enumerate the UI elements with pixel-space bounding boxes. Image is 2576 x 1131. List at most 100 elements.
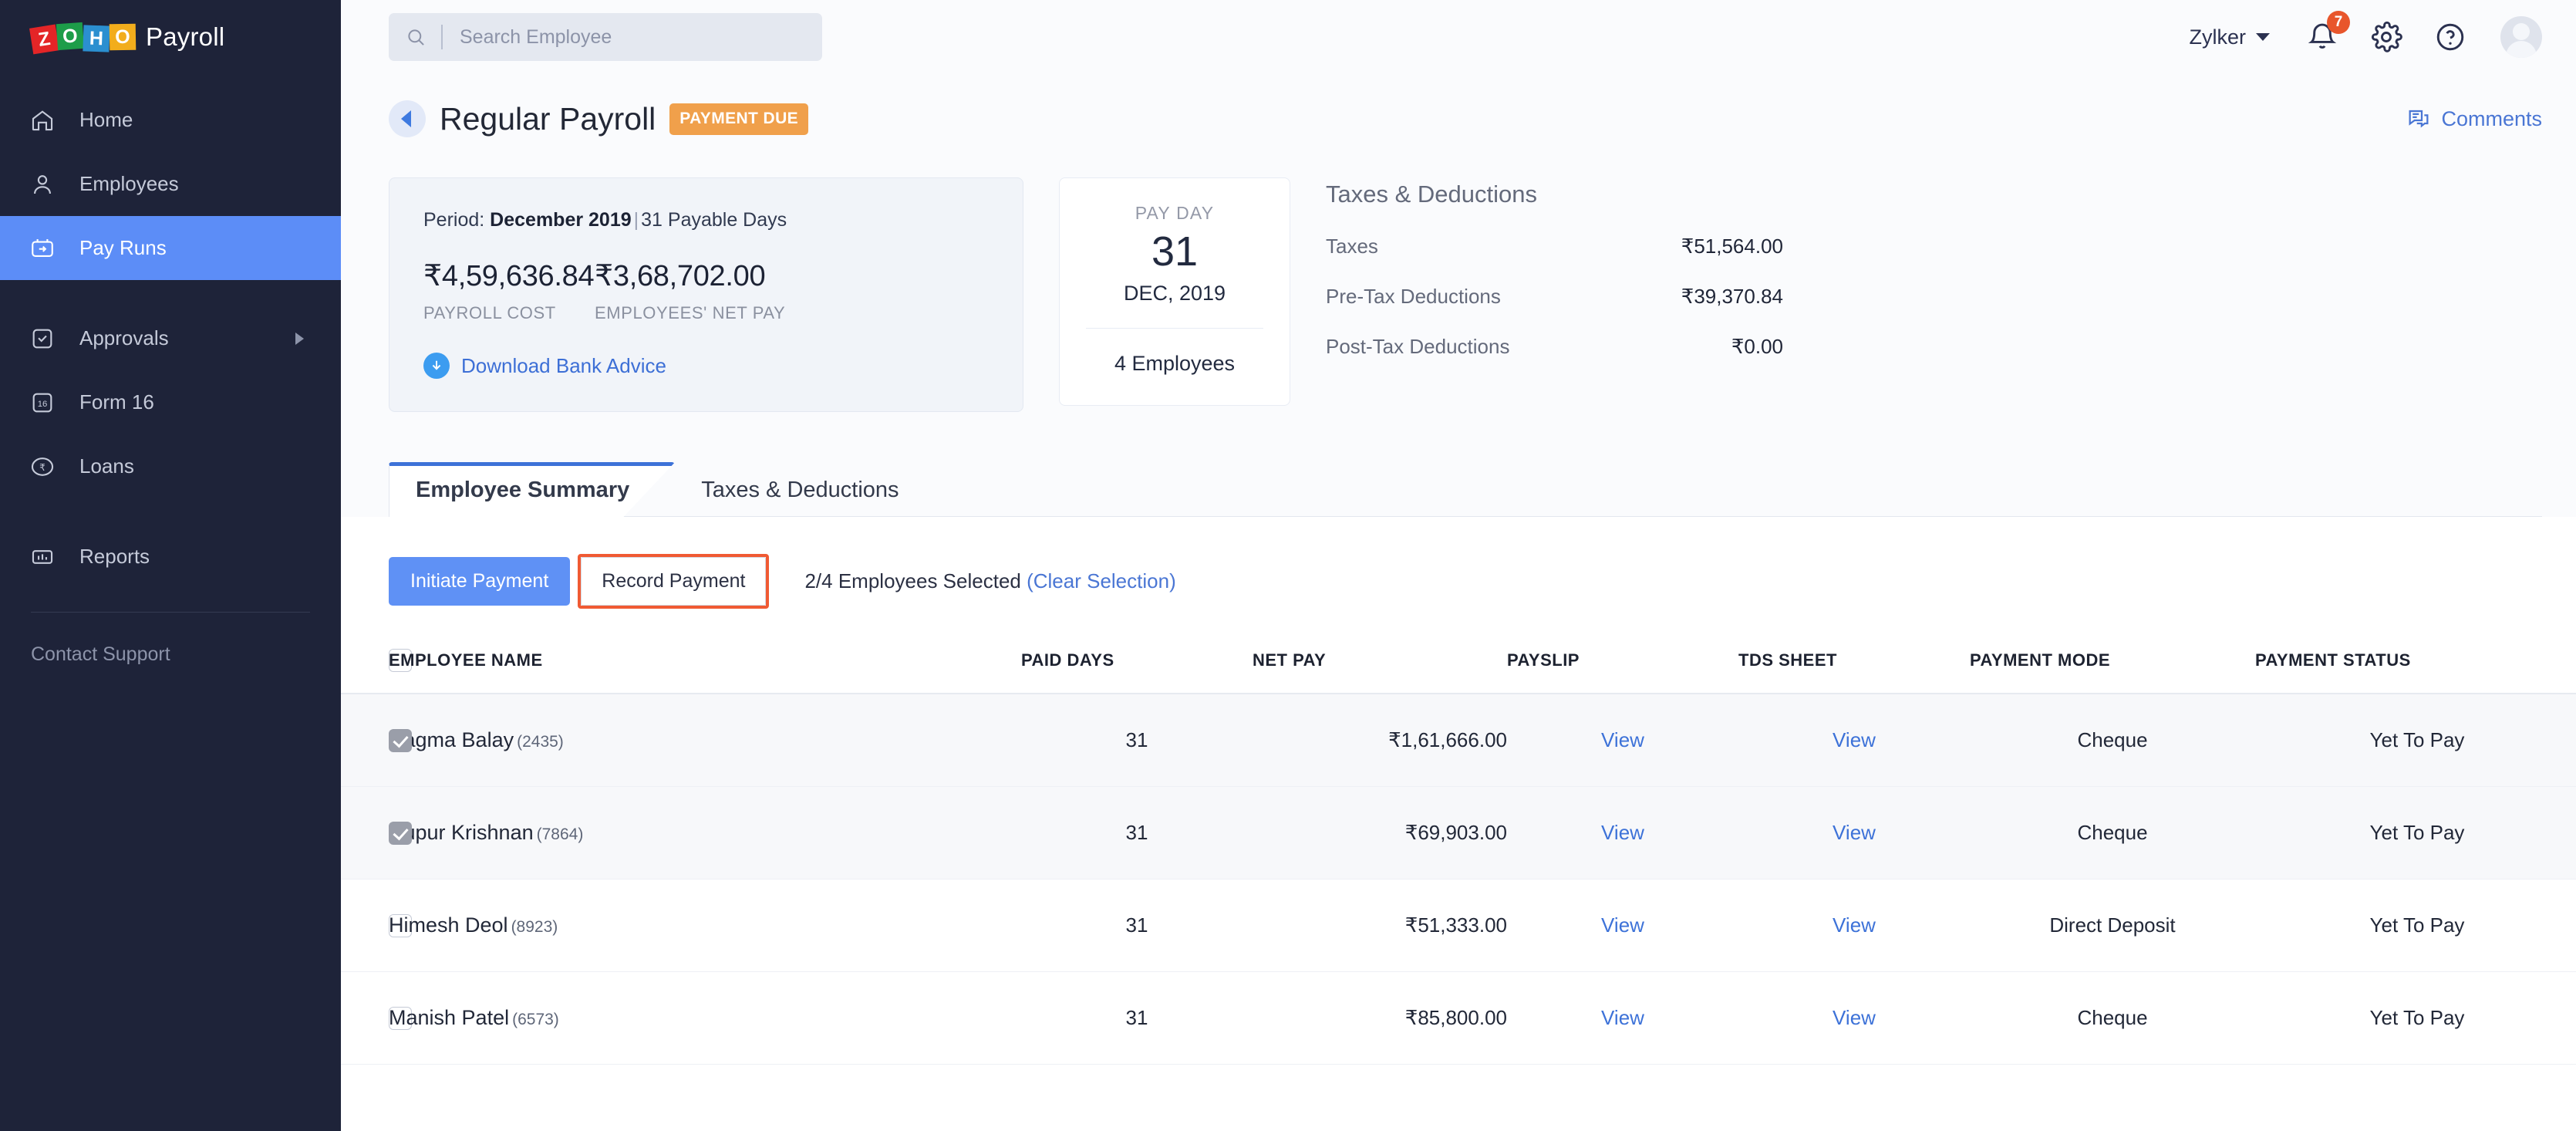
row-tds-link[interactable]: View [1738,694,1970,787]
period-separator: | [633,209,639,231]
net-pay-label: EMPLOYEES' NET PAY [595,303,786,322]
logo-letter-h: H [83,25,110,52]
row-payslip-link[interactable]: View [1507,694,1738,787]
tds-view-link[interactable]: View [1833,1006,1876,1029]
row-tds-link[interactable]: View [1738,786,1970,879]
selection-count-text: 2/4 Employees Selected [804,569,1021,593]
row-checkbox[interactable] [389,822,412,846]
row-checkbox[interactable] [389,729,412,753]
clear-selection-link[interactable]: (Clear Selection) [1027,569,1176,593]
form16-icon: 16 [29,390,56,416]
row-payslip-link[interactable]: View [1507,786,1738,879]
table-row[interactable]: Himesh Deol (8923) 31 ₹51,333.00 View Vie… [341,879,2576,972]
table-row[interactable]: Manish Patel (6573) 31 ₹85,800.00 View Vi… [341,971,2576,1065]
sidebar-nav: Home Employees Pay Runs Approvals 16 For… [0,88,341,666]
user-icon [29,171,56,198]
taxes-panel-title: Taxes & Deductions [1326,181,1537,208]
tab-taxes-deductions[interactable]: Taxes & Deductions [675,478,925,517]
row-select-cell [341,694,412,787]
table-body: Nagma Balay (2435) 31 ₹1,61,666.00 View V… [341,694,2576,1065]
search-input[interactable]: Search Employee [389,13,822,61]
chevron-left-icon [400,110,411,127]
chevron-down-icon [2256,33,2270,41]
search-icon [406,27,427,48]
status-badge: PAYMENT DUE [669,103,809,135]
bell-icon[interactable]: 7 [2305,11,2350,54]
payday-divider [1086,327,1263,329]
avatar[interactable] [2500,16,2542,58]
sidebar-item-label: Reports [79,545,150,568]
initiate-payment-button[interactable]: Initiate Payment [389,557,571,606]
tds-view-link[interactable]: View [1833,728,1876,751]
sidebar: Z O H O Payroll Home Employees Pay Runs … [0,0,341,1131]
sidebar-item-form-16[interactable]: 16 Form 16 [0,370,341,434]
gear-icon[interactable] [2369,20,2403,54]
tab-employee-summary[interactable]: Employee Summary [389,462,676,517]
tax-row-value: ₹39,370.84 [1681,285,1783,308]
employee-id: (7864) [536,825,584,843]
table-row[interactable]: Nagma Balay (2435) 31 ₹1,61,666.00 View V… [341,694,2576,787]
table-row[interactable]: Nupur Krishnan (7864) 31 ₹69,903.00 View … [341,786,2576,879]
row-payment-mode: Direct Deposit [1970,879,2255,972]
col-header-payslip[interactable]: PAYSLIP [1507,649,1738,694]
employee-summary-panel: Initiate Payment Record Payment 2/4 Empl… [341,517,2576,1131]
payslip-view-link[interactable]: View [1601,821,1644,844]
sidebar-item-employees[interactable]: Employees [0,152,341,216]
download-bank-advice-label: Download Bank Advice [461,353,666,377]
row-tds-link[interactable]: View [1738,971,1970,1065]
sidebar-item-label: Approvals [79,326,169,349]
tds-view-link[interactable]: View [1833,913,1876,937]
zoho-logo-icon: Z O H O [29,22,137,55]
payslip-view-link[interactable]: View [1601,913,1644,937]
sidebar-item-home[interactable]: Home [0,88,341,152]
sidebar-item-pay-runs[interactable]: Pay Runs [0,216,341,280]
sidebar-item-label: Home [79,108,133,131]
col-header-payment-status[interactable]: PAYMENT STATUS [2255,649,2576,694]
record-payment-highlight: Record Payment [578,554,770,609]
row-employee-name-cell: Manish Patel (6573) [389,971,1021,1065]
net-pay-value: ₹3,68,702.00 [595,260,766,292]
selection-info: 2/4 Employees Selected (Clear Selection) [804,569,1175,593]
row-select-cell [341,786,412,879]
table-header-row: EMPLOYEE NAME PAID DAYS NET PAY PAYSLIP … [341,649,2576,694]
sidebar-gap-2 [0,498,341,525]
sidebar-item-approvals[interactable]: Approvals [0,306,341,370]
back-button[interactable] [389,100,426,137]
row-tds-link[interactable]: View [1738,879,1970,972]
employee-table: EMPLOYEE NAME PAID DAYS NET PAY PAYSLIP … [341,649,2576,1065]
col-header-net-pay[interactable]: NET PAY [1253,649,1507,694]
payslip-view-link[interactable]: View [1601,728,1644,751]
employee-id: (8923) [511,917,558,936]
payslip-view-link[interactable]: View [1601,1006,1644,1029]
sidebar-item-loans[interactable]: ₹ Loans [0,434,341,498]
employee-id: (2435) [517,732,564,751]
help-icon[interactable] [2433,20,2467,54]
tds-view-link[interactable]: View [1833,821,1876,844]
download-bank-advice-link[interactable]: Download Bank Advice [423,353,989,379]
payable-days: 31 Payable Days [641,209,787,231]
payday-day: 31 [1151,228,1199,275]
svg-text:₹: ₹ [39,461,46,472]
row-payslip-link[interactable]: View [1507,971,1738,1065]
org-name: Zylker [2189,25,2247,49]
org-switcher[interactable]: Zylker [2189,25,2270,49]
col-header-payment-mode[interactable]: PAYMENT MODE [1970,649,2255,694]
sidebar-item-reports[interactable]: Reports [0,525,341,589]
record-payment-button[interactable]: Record Payment [581,557,767,606]
period-prefix: Period: [423,209,485,231]
col-header-employee-name[interactable]: EMPLOYEE NAME [389,649,1021,694]
brand-logo[interactable]: Z O H O Payroll [0,0,341,74]
employee-id: (6573) [512,1010,559,1028]
col-header-paid-days[interactable]: PAID DAYS [1021,649,1253,694]
row-payslip-link[interactable]: View [1507,879,1738,972]
comments-button[interactable]: Comments [2406,106,2542,131]
contact-support-link[interactable]: Contact Support [0,613,341,666]
employee-name: Manish Patel [389,1005,510,1029]
col-header-tds-sheet[interactable]: TDS SHEET [1738,649,1970,694]
logo-letter-o2: O [109,23,137,51]
row-select-cell [341,879,412,972]
tax-row: Taxes ₹51,564.00 [1326,235,2576,258]
payroll-cost-block: ₹4,59,636.84 PAYROLL COST [423,258,595,323]
sidebar-item-label: Employees [79,172,179,195]
logo-letter-z: Z [29,24,59,55]
